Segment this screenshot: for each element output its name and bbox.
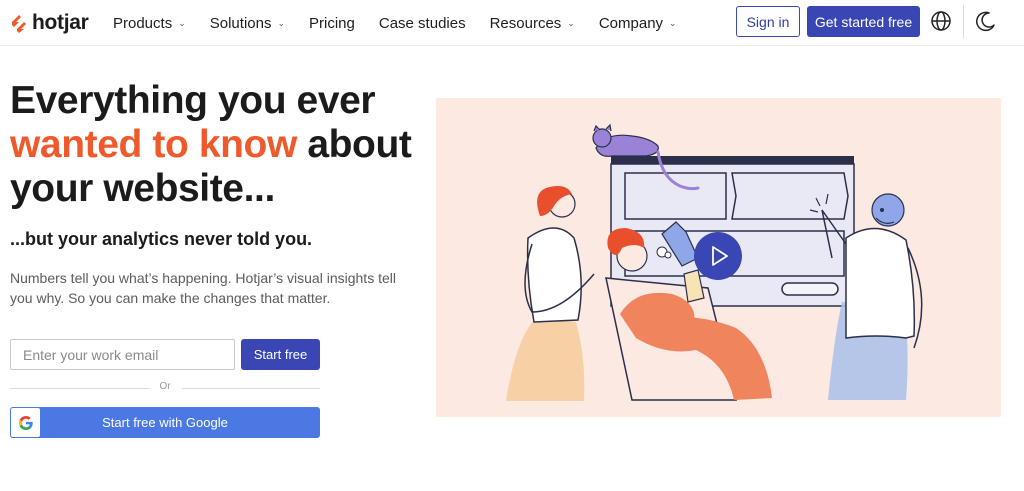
start-free-button[interactable]: Start free xyxy=(241,339,320,370)
nav-products[interactable]: Products ⌄ xyxy=(113,15,186,32)
nav-case-studies-label: Case studies xyxy=(378,14,466,32)
nav-resources[interactable]: Resources ⌄ xyxy=(490,15,575,32)
chevron-down-icon: ⌄ xyxy=(178,17,186,28)
headline-accent: wanted to know xyxy=(10,123,297,166)
main-menu: Products ⌄ Solutions ⌄ Pricing Case stud… xyxy=(113,0,701,46)
start-free-with-google-button[interactable]: Start free with Google xyxy=(10,407,320,438)
hotjar-logo[interactable]: hotjar xyxy=(10,11,89,35)
headline-line-3: your website... xyxy=(10,167,275,210)
play-button[interactable] xyxy=(694,232,742,280)
headline-line-2-rest: about xyxy=(296,123,412,166)
work-email-input[interactable] xyxy=(10,339,235,370)
chevron-down-icon: ⌄ xyxy=(567,17,575,28)
google-button-label: Start free with Google xyxy=(102,415,228,430)
hotjar-logo-icon xyxy=(12,15,26,33)
woman-body xyxy=(526,227,582,323)
nav-solutions[interactable]: Solutions ⌄ xyxy=(210,15,285,32)
hero-headline: Everything you ever wanted to know about… xyxy=(10,79,430,211)
moon-icon[interactable] xyxy=(975,10,997,32)
hero-illustration xyxy=(436,98,1001,417)
hero-subheading: ...but your analytics never told you. xyxy=(10,229,313,249)
hero-description: Numbers tell you what’s happening. Hotja… xyxy=(10,270,396,306)
nav-company[interactable]: Company ⌄ xyxy=(599,15,677,32)
nav-company-label: Company xyxy=(598,14,664,32)
globe-icon[interactable] xyxy=(930,10,952,32)
nav-case-studies[interactable]: Case studies xyxy=(379,15,466,32)
sign-in-button[interactable]: Sign in xyxy=(736,6,800,37)
illustration-art xyxy=(506,123,923,401)
chevron-down-icon: ⌄ xyxy=(277,17,286,28)
nav-solutions-label: Solutions xyxy=(209,14,272,32)
or-divider: Or xyxy=(10,379,320,397)
or-text: Or xyxy=(159,381,171,392)
nav-resources-label: Resources xyxy=(489,14,562,32)
nav-divider xyxy=(963,5,964,38)
chevron-down-icon: ⌄ xyxy=(669,17,677,28)
nav-pricing[interactable]: Pricing xyxy=(309,15,355,32)
google-icon xyxy=(11,408,40,437)
get-started-free-button[interactable]: Get started free xyxy=(807,6,920,37)
headline-line-1: Everything you ever xyxy=(10,79,376,122)
scientist-coat xyxy=(845,227,916,339)
window-titlebar xyxy=(611,156,854,164)
logo-wordmark: hotjar xyxy=(32,11,89,34)
woman-legs xyxy=(506,318,585,401)
top-navigation: hotjar Products ⌄ Solutions ⌄ Pricing Ca… xyxy=(0,0,1024,46)
nav-pricing-label: Pricing xyxy=(309,14,355,32)
nav-products-label: Products xyxy=(113,14,173,32)
